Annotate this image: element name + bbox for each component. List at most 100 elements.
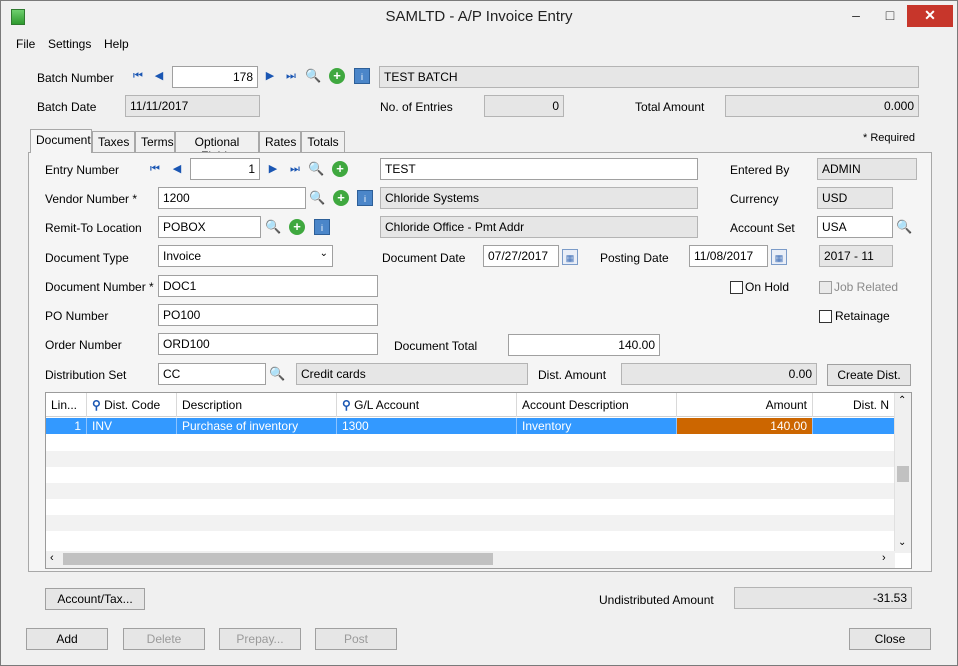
batch-info-icon[interactable]: i — [354, 68, 370, 84]
remit-to-label: Remit-To Location — [45, 221, 142, 235]
account-tax-button[interactable]: Account/Tax... — [45, 588, 145, 610]
last-entry-icon[interactable]: ⏭ — [287, 161, 303, 177]
vendor-name-field: Chloride Systems — [380, 187, 698, 209]
table-row[interactable] — [46, 451, 895, 467]
cell-dist-code: INV — [87, 418, 177, 434]
search-icon[interactable]: 🔍 — [305, 68, 321, 84]
col-dist-code[interactable]: ⚲ Dist. Code — [87, 393, 177, 417]
chevron-up-icon[interactable]: ⌃ — [898, 395, 906, 406]
on-hold-label: On Hold — [745, 280, 790, 294]
vendor-number-field[interactable]: 1200 — [158, 187, 306, 209]
maximize-button[interactable]: □ — [873, 5, 907, 27]
col-amount[interactable]: Amount — [677, 393, 813, 417]
calendar-icon[interactable]: ▦ — [771, 249, 787, 265]
tab-document[interactable]: Document — [30, 129, 92, 153]
entry-description-field[interactable]: TEST — [380, 158, 698, 180]
table-row[interactable] — [46, 467, 895, 483]
batch-number-field[interactable]: 178 — [172, 66, 258, 88]
minimize-button[interactable]: – — [839, 5, 873, 27]
document-date-field[interactable]: 07/27/2017 — [483, 245, 559, 267]
vertical-scroll-thumb[interactable] — [897, 466, 909, 482]
col-gl-account[interactable]: ⚲ G/L Account — [337, 393, 517, 417]
vendor-info-icon[interactable]: i — [357, 190, 373, 206]
distribution-set-label: Distribution Set — [45, 368, 127, 382]
tab-terms[interactable]: Terms — [135, 131, 175, 152]
delete-button[interactable]: Delete — [123, 628, 205, 650]
table-row[interactable] — [46, 435, 895, 451]
dist-amount-label: Dist. Amount — [538, 368, 607, 382]
table-row[interactable] — [46, 483, 895, 499]
document-total-field[interactable]: 140.00 — [508, 334, 660, 356]
cell-amount: 140.00 — [677, 418, 813, 434]
document-number-field[interactable]: DOC1 — [158, 275, 378, 297]
title-bar: SAMLTD - A/P Invoice Entry – □ ✕ — [1, 1, 957, 33]
undistributed-amount-field: -31.53 — [734, 587, 912, 609]
po-number-field[interactable]: PO100 — [158, 304, 378, 326]
posting-date-field[interactable]: 11/08/2017 — [689, 245, 768, 267]
new-entry-icon[interactable]: + — [332, 161, 348, 177]
first-entry-icon[interactable]: ⏮ — [147, 161, 163, 177]
create-dist-button[interactable]: Create Dist. — [827, 364, 911, 386]
horizontal-scroll-thumb[interactable] — [63, 553, 493, 565]
cell-account-description: Inventory — [517, 418, 677, 434]
document-type-select[interactable]: Invoice ⌄ — [158, 245, 333, 267]
entry-number-label: Entry Number — [45, 163, 120, 177]
table-row[interactable]: 1 INV Purchase of inventory 1300 Invento… — [46, 418, 895, 434]
next-batch-icon[interactable]: ▶ — [262, 68, 278, 84]
on-hold-checkbox[interactable] — [730, 281, 743, 294]
tab-taxes[interactable]: Taxes — [92, 131, 135, 152]
window-title: SAMLTD - A/P Invoice Entry — [385, 8, 573, 25]
distribution-grid[interactable]: Lin... ⚲ Dist. Code Description ⚲ G/L Ac… — [45, 392, 912, 569]
order-number-field[interactable]: ORD100 — [158, 333, 378, 355]
next-entry-icon[interactable]: ▶ — [265, 161, 281, 177]
new-vendor-icon[interactable]: + — [333, 190, 349, 206]
post-button[interactable]: Post — [315, 628, 397, 650]
new-batch-icon[interactable]: + — [329, 68, 345, 84]
batch-date-label: Batch Date — [37, 100, 97, 114]
prepay-button[interactable]: Prepay... — [219, 628, 301, 650]
close-button[interactable]: Close — [849, 628, 931, 650]
add-button[interactable]: Add — [26, 628, 108, 650]
search-icon[interactable]: 🔍 — [308, 161, 324, 177]
retainage-checkbox[interactable] — [819, 310, 832, 323]
account-set-field[interactable]: USA — [817, 216, 893, 238]
menu-settings[interactable]: Settings — [48, 37, 91, 51]
undistributed-amount-label: Undistributed Amount — [599, 593, 714, 607]
chevron-left-icon[interactable]: ‹ — [50, 552, 54, 564]
posting-date-label: Posting Date — [600, 251, 669, 265]
prev-batch-icon[interactable]: ◀ — [151, 68, 167, 84]
tab-totals[interactable]: Totals — [301, 131, 345, 152]
table-row[interactable] — [46, 531, 895, 551]
calendar-icon[interactable]: ▦ — [562, 249, 578, 265]
vertical-scrollbar[interactable]: ⌃ ⌄ — [894, 393, 911, 553]
new-remit-icon[interactable]: + — [289, 219, 305, 235]
chevron-down-icon[interactable]: ⌄ — [898, 537, 906, 548]
tab-optional-fields[interactable]: Optional Fields — [175, 131, 259, 163]
chevron-right-icon[interactable]: › — [882, 552, 886, 564]
prev-entry-icon[interactable]: ◀ — [169, 161, 185, 177]
distribution-set-field[interactable]: CC — [158, 363, 266, 385]
currency-field: USD — [817, 187, 893, 209]
col-description[interactable]: Description — [177, 393, 337, 417]
remit-to-name-field: Chloride Office - Pmt Addr — [380, 216, 698, 238]
col-line[interactable]: Lin... — [46, 393, 87, 417]
menu-file[interactable]: File — [16, 37, 35, 51]
search-icon[interactable]: 🔍 — [269, 366, 285, 382]
first-batch-icon[interactable]: ⏮ — [130, 68, 146, 84]
search-icon[interactable]: 🔍 — [265, 219, 281, 235]
col-account-description[interactable]: Account Description — [517, 393, 677, 417]
col-dist-n[interactable]: Dist. N — [813, 393, 895, 417]
menu-help[interactable]: Help — [104, 37, 129, 51]
horizontal-scrollbar[interactable]: ‹ › — [46, 551, 895, 568]
remit-to-field[interactable]: POBOX — [158, 216, 261, 238]
table-row[interactable] — [46, 515, 895, 531]
job-related-checkbox[interactable] — [819, 281, 832, 294]
search-icon[interactable]: 🔍 — [896, 219, 912, 235]
table-row[interactable] — [46, 499, 895, 515]
entry-number-field[interactable]: 1 — [190, 158, 260, 180]
close-window-button[interactable]: ✕ — [907, 5, 953, 27]
tab-rates[interactable]: Rates — [259, 131, 301, 152]
search-icon[interactable]: 🔍 — [309, 190, 325, 206]
remit-info-icon[interactable]: i — [314, 219, 330, 235]
last-batch-icon[interactable]: ⏭ — [283, 68, 299, 84]
